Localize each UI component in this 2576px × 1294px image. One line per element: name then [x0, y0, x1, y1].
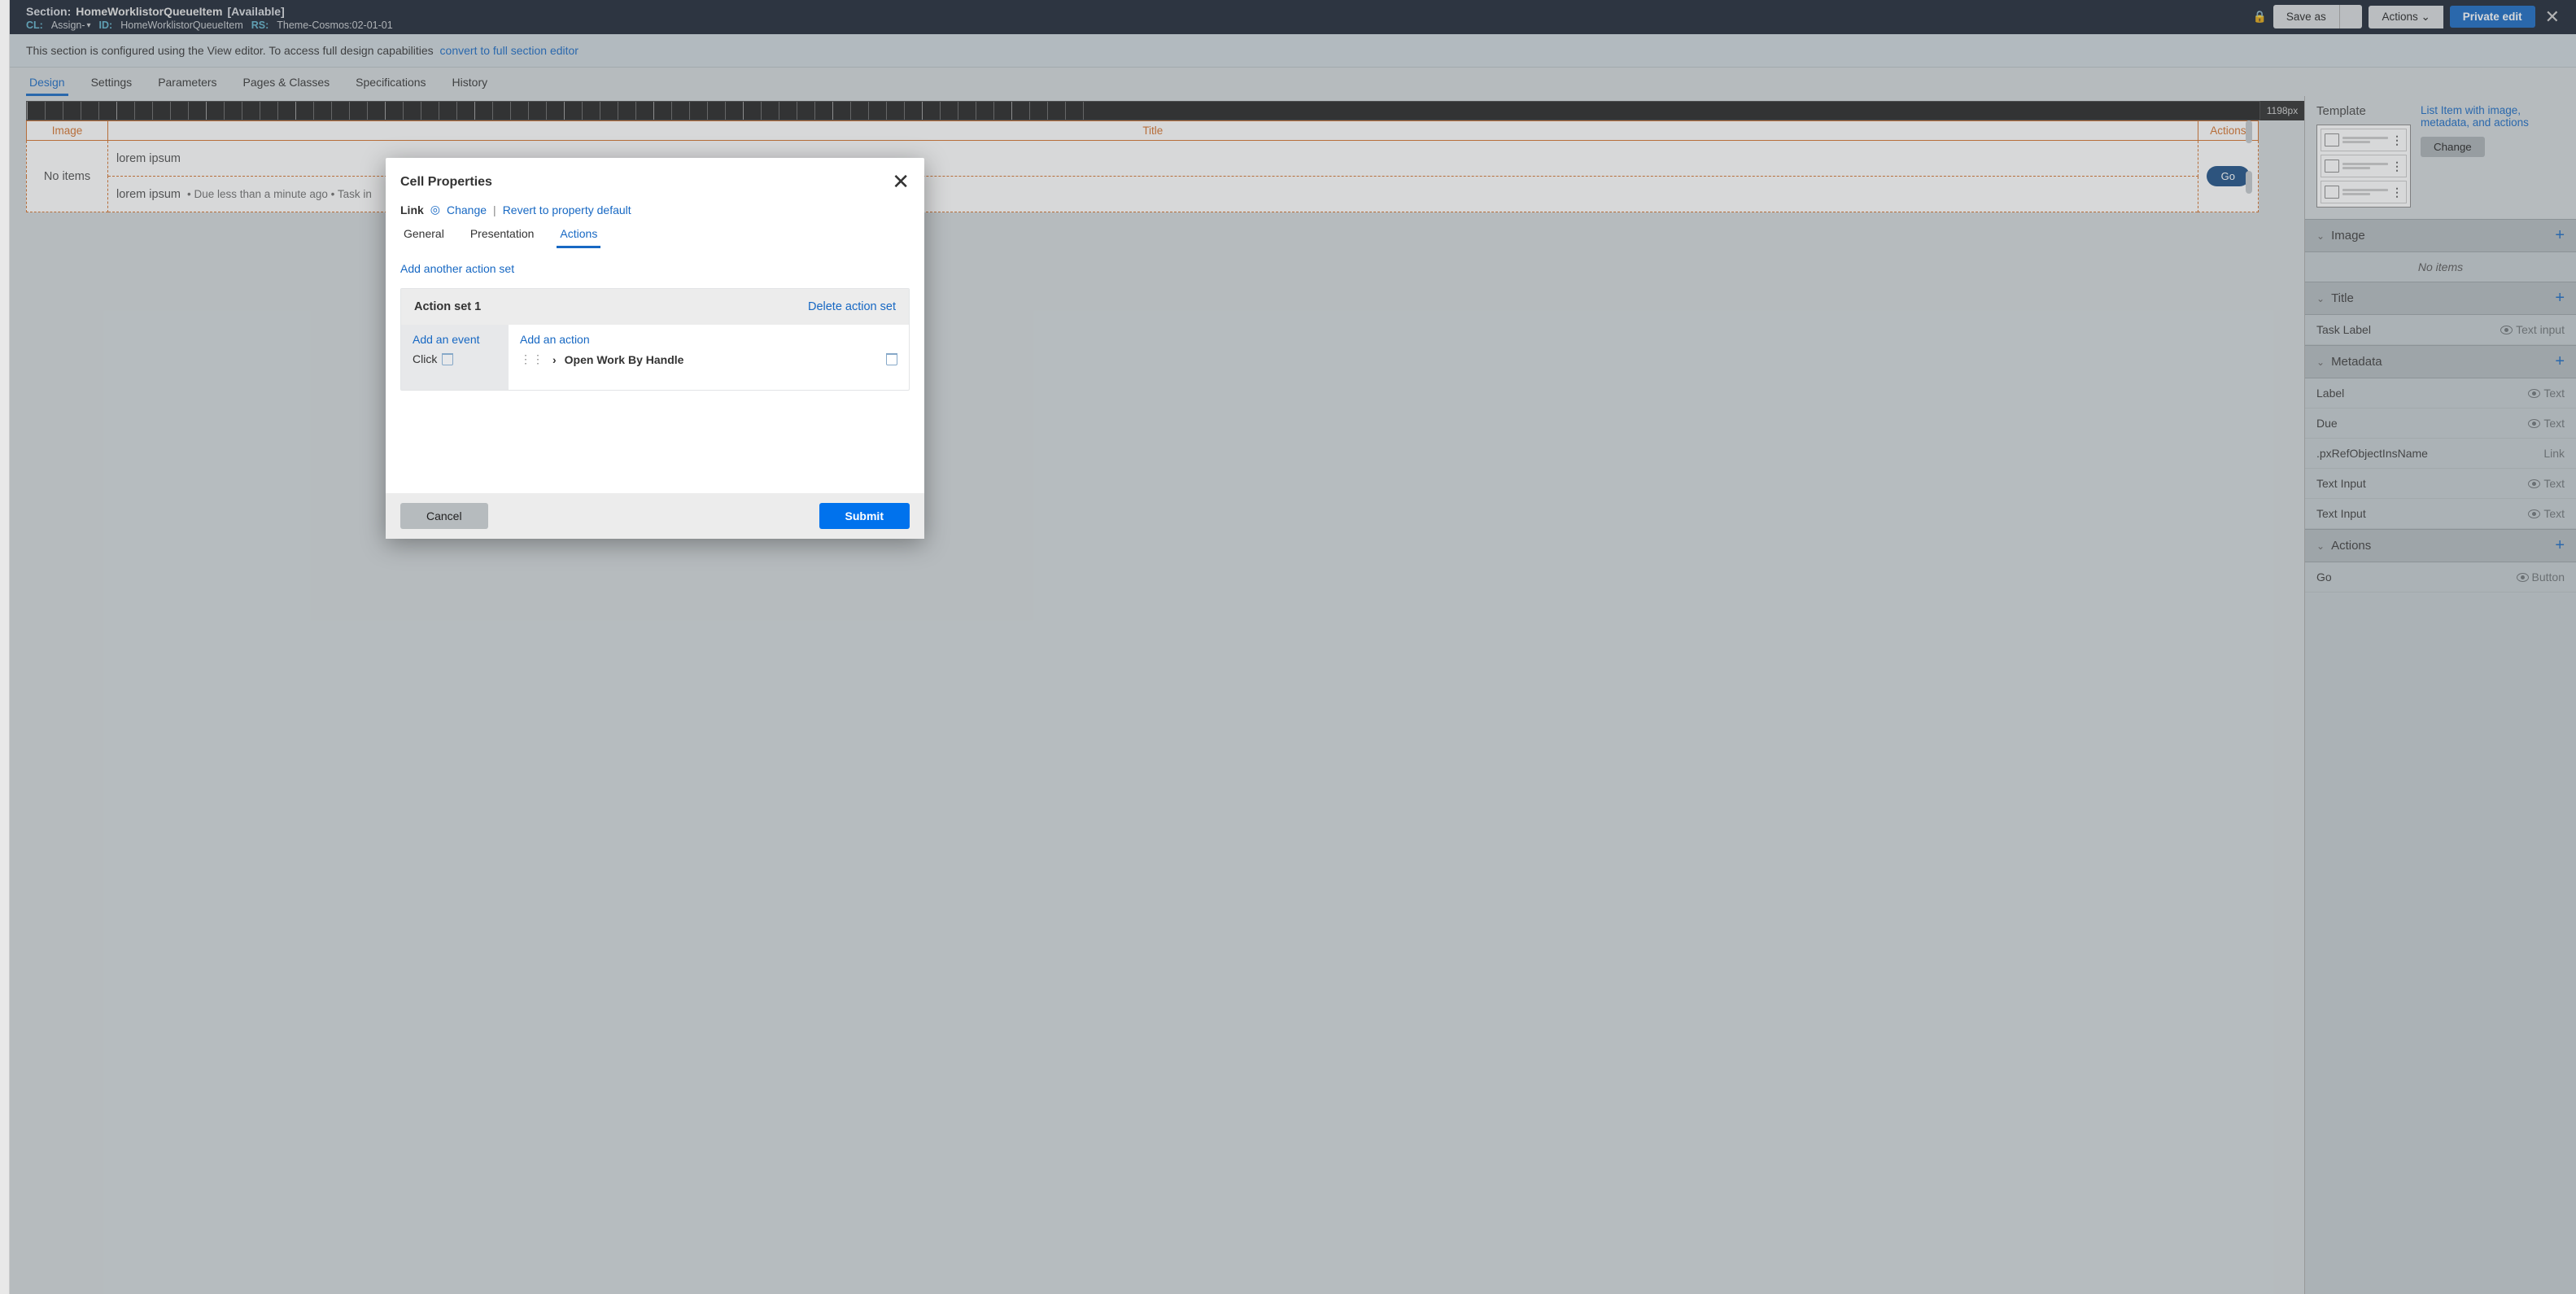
modal-tabs: General Presentation Actions — [386, 221, 924, 249]
modal-close-icon[interactable]: ✕ — [892, 169, 910, 195]
action-row[interactable]: ⋮⋮ › Open Work By Handle — [520, 352, 897, 366]
cell-properties-modal: Cell Properties ✕ Link ◎ Change | Revert… — [386, 158, 924, 539]
action-set-1: Action set 1 Delete action set Add an ev… — [400, 288, 910, 391]
delete-event-icon[interactable] — [442, 353, 453, 365]
add-action-set-link[interactable]: Add another action set — [400, 262, 514, 275]
change-property-link[interactable]: Change — [447, 203, 487, 216]
modal-tab-actions[interactable]: Actions — [557, 221, 600, 248]
modal-tab-general[interactable]: General — [400, 221, 448, 248]
chevron-right-icon[interactable]: › — [552, 353, 557, 366]
delete-action-set-link[interactable]: Delete action set — [808, 300, 896, 313]
link-type-label: Link — [400, 203, 424, 216]
left-gutter — [0, 0, 10, 1294]
submit-button[interactable]: Submit — [819, 503, 910, 529]
add-event-link[interactable]: Add an event — [413, 333, 497, 346]
action-name-label: Open Work By Handle — [565, 353, 878, 366]
event-click-label: Click — [413, 352, 437, 365]
target-icon: ◎ — [430, 203, 440, 216]
add-action-link[interactable]: Add an action — [520, 333, 897, 346]
separator: | — [493, 203, 496, 216]
delete-action-icon[interactable] — [886, 353, 897, 365]
drag-handle-icon[interactable]: ⋮⋮ — [520, 352, 544, 366]
modal-title: Cell Properties — [400, 175, 492, 190]
action-set-title: Action set 1 — [414, 300, 481, 313]
cancel-button[interactable]: Cancel — [400, 503, 488, 529]
modal-tab-presentation[interactable]: Presentation — [467, 221, 538, 248]
revert-property-link[interactable]: Revert to property default — [503, 203, 631, 216]
